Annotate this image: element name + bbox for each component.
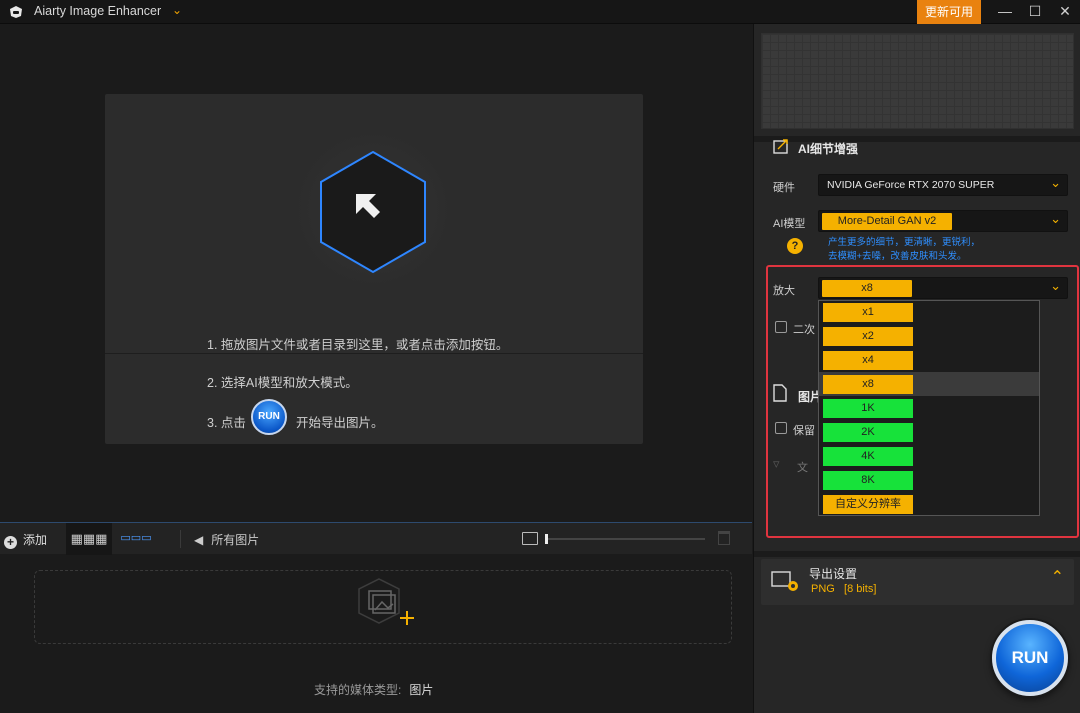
back-arrow-icon: ◀ [194,533,204,547]
chevron-up-double-icon[interactable]: ⌃ [1051,567,1064,587]
section-divider [754,551,1080,557]
preview-thumbnail [761,33,1074,129]
scale-option-selected[interactable]: x8 [823,375,913,394]
hardware-value: NVIDIA GeForce RTX 2070 SUPER [827,179,995,191]
trash-icon[interactable] [718,531,730,545]
chevron-down-icon: ⌄ [1050,175,1061,190]
scale-option[interactable]: 1K [823,399,913,418]
app-title: Aiarty Image Enhancer [34,4,162,18]
scale-option[interactable]: 2K [823,423,913,442]
add-image-icon[interactable] [355,577,417,631]
supported-media-types: 支持的媒体类型: 图片 [314,681,433,698]
add-label: 添加 [23,533,48,547]
model-description-2: 去模糊+去噪，改善皮肤和头发。 [828,251,967,262]
export-format: PNG [8 bits] [811,583,876,595]
run-button[interactable]: RUN [992,620,1068,696]
minimize-button[interactable]: — [990,0,1020,24]
all-images-label: 所有图片 [211,533,260,547]
scale-value: x8 [822,280,912,297]
title-bar: Aiarty Image Enhancer ⌄ 更新可用 — ☐ ✕ [0,0,1080,24]
close-button[interactable]: ✕ [1050,0,1080,24]
chevron-down-icon: ⌄ [1050,211,1061,226]
export-settings-panel[interactable]: 导出设置 PNG [8 bits] ⌃ [761,559,1074,605]
image-size-icon [522,532,538,545]
app-logo-icon [10,6,22,18]
thumbnail-size-slider[interactable] [545,538,705,540]
scale-option[interactable]: 8K [823,471,913,490]
scale-option[interactable]: 自定义分辨率 [823,495,913,514]
work-area: 1. 拖放图片文件或者目录到这里，或者点击添加按钮。 2. 选择AI模型和放大模… [0,24,752,713]
strip-view-button[interactable]: ▭▭▭ [118,523,154,555]
document-icon [773,384,787,402]
ai-model-select[interactable]: More-Detail GAN v2 ⌄ [818,210,1068,232]
scale-option[interactable]: x4 [823,351,913,370]
step-2-text: 2. 选择AI模型和放大模式。 [207,376,358,390]
text-label: 文 [797,462,808,474]
add-button[interactable]: + 添加 [4,531,47,549]
add-files-hex-icon[interactable] [319,150,427,274]
chevron-down-icon[interactable]: ⌄ [172,3,182,17]
grid-view-button[interactable]: ▦▦▦ [66,523,112,555]
ai-enhance-title: AI细节增强 [798,142,859,156]
scale-select[interactable]: x8 ⌄ [818,277,1068,299]
run-mini-icon: RUN [251,399,287,435]
keep-label: 保留 [793,425,815,437]
export-settings-icon [771,571,798,591]
model-description-1: 产生更多的细节，更清晰，更锐利， [828,237,981,248]
scale-dropdown-list[interactable]: x1 x2 x4 x8 1K 2K 4K 8K 自定义分辨率 [818,300,1040,516]
slider-knob[interactable] [545,534,548,544]
grid-icon: ▦▦▦ [70,531,108,546]
step-3-prefix: 3. 点击 [207,416,246,430]
file-drop-zone[interactable] [34,570,732,644]
media-types-label: 支持的媒体类型: [314,683,402,697]
export-bits: [8 bits] [844,583,877,595]
step-3-suffix: 开始导出图片。 [296,416,384,430]
enhance-icon [773,139,788,154]
hardware-label: 硬件 [773,182,795,194]
scale-label: 放大 [773,285,795,297]
export-settings-title: 导出设置 [809,567,858,581]
scale-option[interactable]: 4K [823,447,913,466]
card-divider [105,353,643,354]
scale-option[interactable]: x2 [823,327,913,346]
strip-icon: ▭▭▭ [120,532,152,544]
keep-checkbox[interactable] [775,422,787,434]
media-types-value: 图片 [409,683,434,697]
drop-zone-card[interactable]: 1. 拖放图片文件或者目录到这里，或者点击添加按钮。 2. 选择AI模型和放大模… [105,94,643,444]
step-1-text: 1. 拖放图片文件或者目录到这里，或者点击添加按钮。 [207,338,509,352]
help-icon[interactable]: ? [787,238,803,254]
filter-icon: ▿ [773,456,780,471]
all-images-filter[interactable]: ◀ 所有图片 [194,531,259,548]
update-available-button[interactable]: 更新可用 [917,0,981,24]
file-list-area: 支持的媒体类型: 图片 [0,555,752,713]
bottom-toolbar: + 添加 ▦▦▦ ▭▭▭ ◀ 所有图片 [0,522,752,555]
plus-circle-icon: + [4,536,17,549]
export-format-value: PNG [811,583,835,595]
hardware-select[interactable]: NVIDIA GeForce RTX 2070 SUPER ⌄ [818,174,1068,196]
maximize-button[interactable]: ☐ [1020,0,1050,24]
toolbar-divider [180,530,181,548]
settings-panel: AI细节增强 硬件 NVIDIA GeForce RTX 2070 SUPER … [753,24,1080,713]
second-pass-label: 二次 [793,324,815,336]
chevron-down-icon: ⌄ [1050,278,1061,293]
scale-option[interactable]: x1 [823,303,913,322]
second-pass-checkbox[interactable] [775,321,787,333]
ai-model-value: More-Detail GAN v2 [822,213,952,230]
ai-model-label: AI模型 [773,218,806,230]
